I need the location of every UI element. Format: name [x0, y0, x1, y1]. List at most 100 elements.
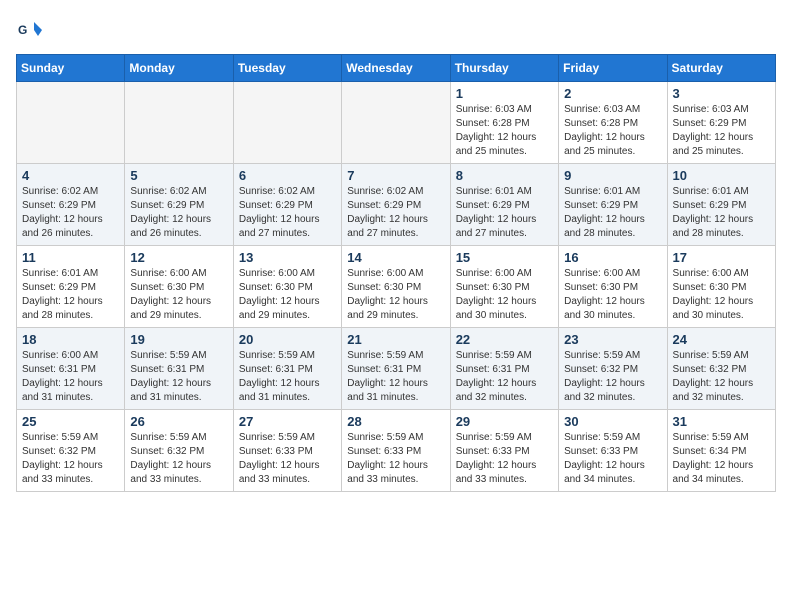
- day-info: Sunrise: 6:01 AM Sunset: 6:29 PM Dayligh…: [673, 185, 770, 241]
- day-number: 31: [673, 414, 770, 429]
- table-row: [233, 82, 341, 164]
- table-row: 31 Sunrise: 5:59 AM Sunset: 6:34 PM Dayli…: [667, 410, 775, 492]
- table-row: 20 Sunrise: 5:59 AM Sunset: 6:31 PM Dayli…: [233, 328, 341, 410]
- table-row: 27 Sunrise: 5:59 AM Sunset: 6:33 PM Dayli…: [233, 410, 341, 492]
- day-info: Sunrise: 5:59 AM Sunset: 6:32 PM Dayligh…: [564, 349, 661, 405]
- table-row: 6 Sunrise: 6:02 AM Sunset: 6:29 PM Daylig…: [233, 164, 341, 246]
- day-info: Sunrise: 5:59 AM Sunset: 6:33 PM Dayligh…: [347, 431, 444, 487]
- logo: G: [16, 16, 48, 44]
- table-row: 14Sunrise: 6:00 AM Sunset: 6:30 PM Dayli…: [342, 246, 450, 328]
- table-row: 13 Sunrise: 6:00 AM Sunset: 6:30 PM Dayli…: [233, 246, 341, 328]
- table-row: 4Sunrise: 6:02 AM Sunset: 6:29 PM Daylig…: [17, 164, 125, 246]
- day-number: 27: [239, 414, 336, 429]
- day-number: 17: [673, 250, 770, 265]
- day-info: Sunrise: 5:59 AM Sunset: 6:33 PM Dayligh…: [564, 431, 661, 487]
- svg-text:G: G: [18, 23, 27, 37]
- column-header-sunday: Sunday: [17, 55, 125, 82]
- day-info: Sunrise: 5:59 AM Sunset: 6:31 PM Dayligh…: [456, 349, 553, 405]
- day-number: 16: [564, 250, 661, 265]
- day-number: 1: [456, 86, 553, 101]
- day-number: 20: [239, 332, 336, 347]
- day-info: Sunrise: 6:00 AM Sunset: 6:30 PM Dayligh…: [239, 267, 336, 323]
- column-header-thursday: Thursday: [450, 55, 558, 82]
- day-info: Sunrise: 6:02 AM Sunset: 6:29 PM Dayligh…: [22, 185, 119, 241]
- day-number: 15: [456, 250, 553, 265]
- day-number: 10: [673, 168, 770, 183]
- day-info: Sunrise: 6:00 AM Sunset: 6:30 PM Dayligh…: [130, 267, 227, 323]
- table-row: [342, 82, 450, 164]
- day-number: 3: [673, 86, 770, 101]
- table-row: 3 Sunrise: 6:03 AM Sunset: 6:29 PM Daylig…: [667, 82, 775, 164]
- day-number: 8: [456, 168, 553, 183]
- day-info: Sunrise: 5:59 AM Sunset: 6:33 PM Dayligh…: [456, 431, 553, 487]
- logo-icon: G: [16, 16, 44, 44]
- day-info: Sunrise: 6:03 AM Sunset: 6:29 PM Dayligh…: [673, 103, 770, 159]
- table-row: 22Sunrise: 5:59 AM Sunset: 6:31 PM Dayli…: [450, 328, 558, 410]
- day-number: 5: [130, 168, 227, 183]
- day-info: Sunrise: 5:59 AM Sunset: 6:31 PM Dayligh…: [130, 349, 227, 405]
- day-number: 18: [22, 332, 119, 347]
- day-info: Sunrise: 6:03 AM Sunset: 6:28 PM Dayligh…: [564, 103, 661, 159]
- day-number: 25: [22, 414, 119, 429]
- calendar-header-row: SundayMondayTuesdayWednesdayThursdayFrid…: [17, 55, 776, 82]
- calendar-table: SundayMondayTuesdayWednesdayThursdayFrid…: [16, 54, 776, 492]
- day-number: 2: [564, 86, 661, 101]
- day-info: Sunrise: 5:59 AM Sunset: 6:33 PM Dayligh…: [239, 431, 336, 487]
- calendar-week-row: 1 Sunrise: 6:03 AM Sunset: 6:28 PM Daylig…: [17, 82, 776, 164]
- column-header-monday: Monday: [125, 55, 233, 82]
- day-info: Sunrise: 6:01 AM Sunset: 6:29 PM Dayligh…: [564, 185, 661, 241]
- calendar-week-row: 11Sunrise: 6:01 AM Sunset: 6:29 PM Dayli…: [17, 246, 776, 328]
- table-row: 21Sunrise: 5:59 AM Sunset: 6:31 PM Dayli…: [342, 328, 450, 410]
- table-row: 26 Sunrise: 5:59 AM Sunset: 6:32 PM Dayli…: [125, 410, 233, 492]
- day-number: 12: [130, 250, 227, 265]
- table-row: 2 Sunrise: 6:03 AM Sunset: 6:28 PM Daylig…: [559, 82, 667, 164]
- table-row: [17, 82, 125, 164]
- table-row: 18 Sunrise: 6:00 AM Sunset: 6:31 PM Dayli…: [17, 328, 125, 410]
- day-number: 9: [564, 168, 661, 183]
- column-header-saturday: Saturday: [667, 55, 775, 82]
- day-number: 24: [673, 332, 770, 347]
- table-row: 12 Sunrise: 6:00 AM Sunset: 6:30 PM Dayli…: [125, 246, 233, 328]
- day-number: 23: [564, 332, 661, 347]
- table-row: 10 Sunrise: 6:01 AM Sunset: 6:29 PM Dayli…: [667, 164, 775, 246]
- table-row: 15 Sunrise: 6:00 AM Sunset: 6:30 PM Dayli…: [450, 246, 558, 328]
- table-row: 7 Sunrise: 6:02 AM Sunset: 6:29 PM Daylig…: [342, 164, 450, 246]
- day-number: 19: [130, 332, 227, 347]
- day-number: 30: [564, 414, 661, 429]
- table-row: 1 Sunrise: 6:03 AM Sunset: 6:28 PM Daylig…: [450, 82, 558, 164]
- day-number: 26: [130, 414, 227, 429]
- day-info: Sunrise: 6:00 AM Sunset: 6:31 PM Dayligh…: [22, 349, 119, 405]
- day-number: 29: [456, 414, 553, 429]
- table-row: 25 Sunrise: 5:59 AM Sunset: 6:32 PM Dayli…: [17, 410, 125, 492]
- day-info: Sunrise: 5:59 AM Sunset: 6:34 PM Dayligh…: [673, 431, 770, 487]
- day-info: Sunrise: 5:59 AM Sunset: 6:31 PM Dayligh…: [347, 349, 444, 405]
- table-row: 8Sunrise: 6:01 AM Sunset: 6:29 PM Daylig…: [450, 164, 558, 246]
- calendar-week-row: 25 Sunrise: 5:59 AM Sunset: 6:32 PM Dayli…: [17, 410, 776, 492]
- table-row: 9 Sunrise: 6:01 AM Sunset: 6:29 PM Daylig…: [559, 164, 667, 246]
- day-number: 11: [22, 250, 119, 265]
- table-row: 30 Sunrise: 5:59 AM Sunset: 6:33 PM Dayli…: [559, 410, 667, 492]
- day-info: Sunrise: 6:00 AM Sunset: 6:30 PM Dayligh…: [564, 267, 661, 323]
- day-info: Sunrise: 6:02 AM Sunset: 6:29 PM Dayligh…: [130, 185, 227, 241]
- day-number: 6: [239, 168, 336, 183]
- day-info: Sunrise: 6:00 AM Sunset: 6:30 PM Dayligh…: [456, 267, 553, 323]
- day-number: 7: [347, 168, 444, 183]
- day-info: Sunrise: 5:59 AM Sunset: 6:32 PM Dayligh…: [130, 431, 227, 487]
- column-header-tuesday: Tuesday: [233, 55, 341, 82]
- table-row: [125, 82, 233, 164]
- table-row: 17Sunrise: 6:00 AM Sunset: 6:30 PM Dayli…: [667, 246, 775, 328]
- day-number: 13: [239, 250, 336, 265]
- day-info: Sunrise: 5:59 AM Sunset: 6:31 PM Dayligh…: [239, 349, 336, 405]
- table-row: 29 Sunrise: 5:59 AM Sunset: 6:33 PM Dayli…: [450, 410, 558, 492]
- day-info: Sunrise: 6:03 AM Sunset: 6:28 PM Dayligh…: [456, 103, 553, 159]
- table-row: 24Sunrise: 5:59 AM Sunset: 6:32 PM Dayli…: [667, 328, 775, 410]
- day-info: Sunrise: 5:59 AM Sunset: 6:32 PM Dayligh…: [22, 431, 119, 487]
- day-info: Sunrise: 6:00 AM Sunset: 6:30 PM Dayligh…: [347, 267, 444, 323]
- table-row: 16 Sunrise: 6:00 AM Sunset: 6:30 PM Dayli…: [559, 246, 667, 328]
- column-header-friday: Friday: [559, 55, 667, 82]
- table-row: 11Sunrise: 6:01 AM Sunset: 6:29 PM Dayli…: [17, 246, 125, 328]
- calendar-week-row: 18 Sunrise: 6:00 AM Sunset: 6:31 PM Dayli…: [17, 328, 776, 410]
- day-info: Sunrise: 6:02 AM Sunset: 6:29 PM Dayligh…: [239, 185, 336, 241]
- table-row: 5 Sunrise: 6:02 AM Sunset: 6:29 PM Daylig…: [125, 164, 233, 246]
- day-info: Sunrise: 6:02 AM Sunset: 6:29 PM Dayligh…: [347, 185, 444, 241]
